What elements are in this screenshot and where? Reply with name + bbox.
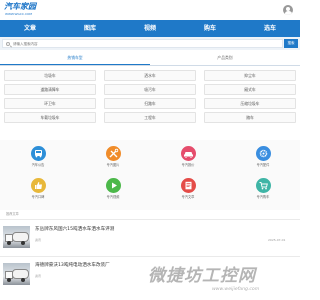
shortcut-purchase[interactable]: 专汽购车 xyxy=(243,178,283,199)
shortcut-label: 专汽视频 xyxy=(106,195,120,199)
tab-hot-models[interactable]: 热销车型 xyxy=(0,51,150,65)
vehicle-type-button[interactable]: 吸污车 xyxy=(104,84,196,95)
shortcut-images[interactable]: 专汽图片 xyxy=(93,146,133,167)
tab-product-categories[interactable]: 产品类别 xyxy=(150,51,300,65)
nav-item-buy[interactable]: 购车 xyxy=(180,20,240,37)
article-title[interactable]: 海德牌豪沃13吨纯电动洒水车改装厂 xyxy=(35,263,110,269)
gear-icon xyxy=(255,146,271,161)
shortcut-videos[interactable]: 专汽视频 xyxy=(93,178,133,199)
vehicle-type-button[interactable]: 道路清障车 xyxy=(4,84,96,95)
top-bar: 汽车家园 WWW.WGCC.COM xyxy=(0,0,300,20)
article-date: 2025-07-01 xyxy=(268,238,286,242)
grid-row: 道路清障车 吸污车 厢式车 xyxy=(4,84,296,95)
grid-row: 环卫车 扫路车 压缩垃圾车 xyxy=(4,98,296,109)
vehicle-type-grid: 垃圾车 洒水车 抑尘车 道路清障车 吸污车 厢式车 环卫车 扫路车 压缩垃圾车 … xyxy=(4,70,296,126)
document-icon xyxy=(180,178,196,193)
article-item[interactable]: 东岳牌东风国六15吨洒水车洒水车评测 资讯 2025-07-01 xyxy=(0,219,300,255)
watermark-text: 微捷坊工控网 xyxy=(148,266,256,286)
play-icon xyxy=(105,178,121,193)
grid-row: 垃圾车 洒水车 抑尘车 xyxy=(4,70,296,81)
search-input[interactable] xyxy=(13,40,213,47)
shortcut-label: 专汽购车 xyxy=(256,195,270,199)
shortcut-label: 专汽报价 xyxy=(181,163,195,167)
shortcut-label: 专汽配件 xyxy=(256,163,270,167)
article-title[interactable]: 东岳牌东风国六15吨洒水车洒水车评测 xyxy=(35,227,114,233)
site-logo[interactable]: 汽车家园 WWW.WGCC.COM xyxy=(4,2,44,18)
shortcut-reviews[interactable]: 专汽口碑 xyxy=(18,178,58,199)
grid-row: 车载垃圾车 工程车 随车 xyxy=(4,112,296,123)
tools-icon xyxy=(105,146,121,161)
logo-url: WWW.WGCC.COM xyxy=(5,12,32,16)
search-box xyxy=(2,39,283,48)
car-icon xyxy=(180,146,196,161)
section-label: 推荐文章 xyxy=(6,212,19,216)
vehicle-type-button[interactable]: 车载垃圾车 xyxy=(4,112,96,123)
article-meta: 资讯 xyxy=(35,238,42,242)
search-button[interactable]: 搜索 xyxy=(284,39,298,48)
vehicle-type-button[interactable]: 垃圾车 xyxy=(4,70,96,81)
nav-item-select[interactable]: 选车 xyxy=(240,20,300,37)
main-nav: 文章 图库 视频 购车 选车 xyxy=(0,20,300,37)
search-icon xyxy=(6,41,10,46)
shortcut-label: 汽车公告 xyxy=(31,163,45,167)
vehicle-type-button[interactable]: 厢式车 xyxy=(204,84,296,95)
shortcut-label: 专汽文章 xyxy=(181,195,195,199)
article-thumbnail xyxy=(3,263,30,285)
search-bar: 搜索 xyxy=(0,37,300,50)
vehicle-type-button[interactable]: 工程车 xyxy=(104,112,196,123)
shortcut-prices[interactable]: 专汽报价 xyxy=(168,146,208,167)
article-thumbnail xyxy=(3,226,30,248)
bus-icon xyxy=(30,146,46,161)
shortcut-announcement[interactable]: 汽车公告 xyxy=(18,146,58,167)
nav-item-articles[interactable]: 文章 xyxy=(0,20,60,37)
category-tabs: 热销车型 产品类别 xyxy=(0,51,300,66)
vehicle-type-button[interactable]: 洒水车 xyxy=(104,70,196,81)
shortcut-panel: 汽车公告 专汽图片 专汽报价 专汽配件 专汽口碑 专汽视频 专汽文章 专汽购车 xyxy=(0,140,300,210)
logo-text: 汽车家园 xyxy=(4,2,36,11)
vehicle-type-button[interactable]: 扫路车 xyxy=(104,98,196,109)
nav-item-videos[interactable]: 视频 xyxy=(120,20,180,37)
shortcut-parts[interactable]: 专汽配件 xyxy=(243,146,283,167)
vehicle-type-button[interactable]: 抑尘车 xyxy=(204,70,296,81)
vehicle-type-button[interactable]: 压缩垃圾车 xyxy=(204,98,296,109)
shortcut-label: 专汽图片 xyxy=(106,163,120,167)
nav-item-gallery[interactable]: 图库 xyxy=(60,20,120,37)
article-meta: 资讯 xyxy=(35,274,42,278)
thumbs-icon xyxy=(30,178,46,193)
shortcut-articles[interactable]: 专汽文章 xyxy=(168,178,208,199)
vehicle-type-button[interactable]: 随车 xyxy=(204,112,296,123)
shortcut-label: 专汽口碑 xyxy=(31,195,45,199)
cart-icon xyxy=(255,178,271,193)
user-icon[interactable] xyxy=(283,5,293,15)
watermark-url: www.weijiefang.com xyxy=(212,287,260,292)
vehicle-type-button[interactable]: 环卫车 xyxy=(4,98,96,109)
